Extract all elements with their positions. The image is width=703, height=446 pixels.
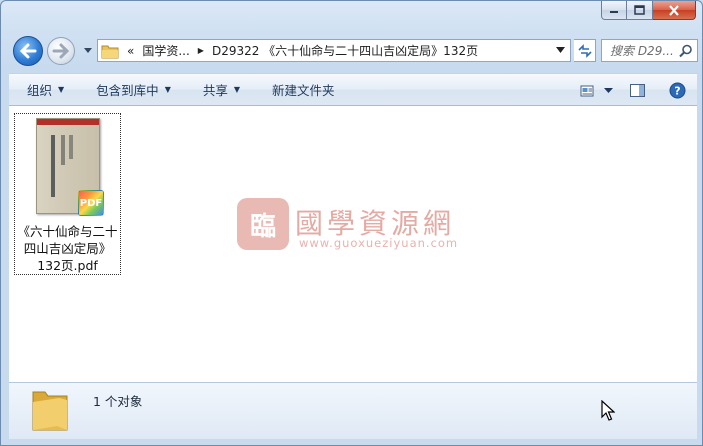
include-in-library-button[interactable]: 包含到库中 ▼ bbox=[74, 80, 181, 99]
change-view-button[interactable] bbox=[575, 85, 599, 97]
arrow-right-icon bbox=[52, 43, 70, 59]
minimize-icon bbox=[610, 11, 618, 13]
breadcrumb-segment-root[interactable]: 国学资... bbox=[142, 42, 189, 59]
details-pane: 1 个对象 bbox=[9, 382, 697, 439]
watermark: 臨 國學資源網 www.guoxueziyuan.com bbox=[237, 198, 477, 260]
svg-text:?: ? bbox=[674, 85, 680, 98]
recent-pages-button[interactable] bbox=[83, 44, 93, 56]
chevron-down-icon: ▼ bbox=[233, 85, 241, 94]
chevron-down-icon: ▼ bbox=[58, 85, 65, 94]
caption-buttons bbox=[601, 1, 696, 21]
command-bar: 组织 ▼ 包含到库中 ▼ 共享 ▼ 新建文件夹 ? bbox=[9, 73, 697, 106]
share-label: 共享 bbox=[202, 83, 228, 98]
item-count: 1 个对象 bbox=[93, 394, 143, 409]
search-box[interactable]: 搜索 D29... bbox=[601, 39, 698, 62]
chevron-down-icon: ▼ bbox=[164, 85, 171, 94]
address-dropdown-icon[interactable] bbox=[556, 47, 565, 54]
back-button[interactable] bbox=[13, 36, 43, 66]
preview-pane-button[interactable] bbox=[617, 84, 657, 97]
file-item-pdf[interactable]: PDF 《六十仙命与二十 四山吉凶定局》 132页.pdf bbox=[14, 113, 121, 275]
folder-icon bbox=[32, 391, 68, 431]
watermark-url: www.guoxueziyuan.com bbox=[299, 236, 459, 250]
file-name-line: 132页.pdf bbox=[37, 258, 98, 273]
folder-icon bbox=[101, 45, 119, 58]
more-views-button[interactable] bbox=[599, 87, 617, 94]
file-name-line: 四山吉凶定局》 bbox=[23, 241, 112, 256]
breadcrumb-separator-icon[interactable]: ▶ bbox=[198, 46, 204, 55]
help-button[interactable]: ? bbox=[657, 82, 697, 99]
preview-pane-icon bbox=[629, 84, 645, 97]
include-library-label: 包含到库中 bbox=[96, 83, 159, 98]
thumbnail-header-band bbox=[37, 119, 99, 125]
maximize-button[interactable] bbox=[627, 1, 653, 20]
explorer-window: « 国学资... ▶ D29322 《六十仙命与二十四山吉凶定局》132页 搜索… bbox=[0, 0, 703, 446]
maximize-icon bbox=[634, 5, 645, 15]
refresh-icon bbox=[577, 43, 592, 58]
chevron-down-icon bbox=[603, 87, 613, 93]
file-name-line: 《六十仙命与二十 bbox=[17, 224, 118, 239]
address-bar[interactable]: « 国学资... ▶ D29322 《六十仙命与二十四山吉凶定局》132页 bbox=[97, 39, 571, 62]
close-icon bbox=[669, 4, 679, 16]
close-button[interactable] bbox=[653, 1, 696, 20]
organize-label: 组织 bbox=[27, 83, 53, 98]
navigation-bar: « 国学资... ▶ D29322 《六十仙命与二十四山吉凶定局》132页 搜索… bbox=[9, 34, 698, 68]
chevron-down-icon bbox=[84, 48, 92, 53]
help-icon: ? bbox=[669, 82, 685, 99]
mouse-cursor-icon bbox=[601, 400, 615, 421]
address-overflow[interactable]: « bbox=[127, 44, 134, 58]
forward-button[interactable] bbox=[47, 37, 75, 65]
thumbnail-text-column bbox=[51, 135, 55, 197]
view-icon bbox=[580, 85, 594, 96]
arrow-left-icon bbox=[19, 43, 37, 59]
minimize-button[interactable] bbox=[601, 1, 627, 20]
organize-button[interactable]: 组织 ▼ bbox=[9, 80, 74, 99]
pdf-file-icon: PDF bbox=[78, 190, 104, 216]
search-input[interactable]: 搜索 D29... bbox=[610, 42, 680, 59]
share-button[interactable]: 共享 ▼ bbox=[181, 80, 250, 99]
search-icon[interactable] bbox=[679, 44, 693, 58]
new-folder-label: 新建文件夹 bbox=[272, 83, 335, 98]
new-folder-button[interactable]: 新建文件夹 bbox=[250, 80, 345, 99]
thumbnail-text-column bbox=[69, 135, 73, 159]
thumbnail-text-column bbox=[61, 135, 65, 165]
watermark-logo: 臨 bbox=[237, 198, 289, 250]
file-list-pane[interactable]: PDF 《六十仙命与二十 四山吉凶定局》 132页.pdf 臨 國學資源網 ww… bbox=[9, 106, 697, 382]
file-name-label[interactable]: 《六十仙命与二十 四山吉凶定局》 132页.pdf bbox=[15, 223, 120, 274]
view-controls: ? bbox=[575, 74, 697, 107]
breadcrumb-segment-current[interactable]: D29322 《六十仙命与二十四山吉凶定局》132页 bbox=[212, 42, 478, 59]
refresh-button[interactable] bbox=[574, 39, 596, 62]
